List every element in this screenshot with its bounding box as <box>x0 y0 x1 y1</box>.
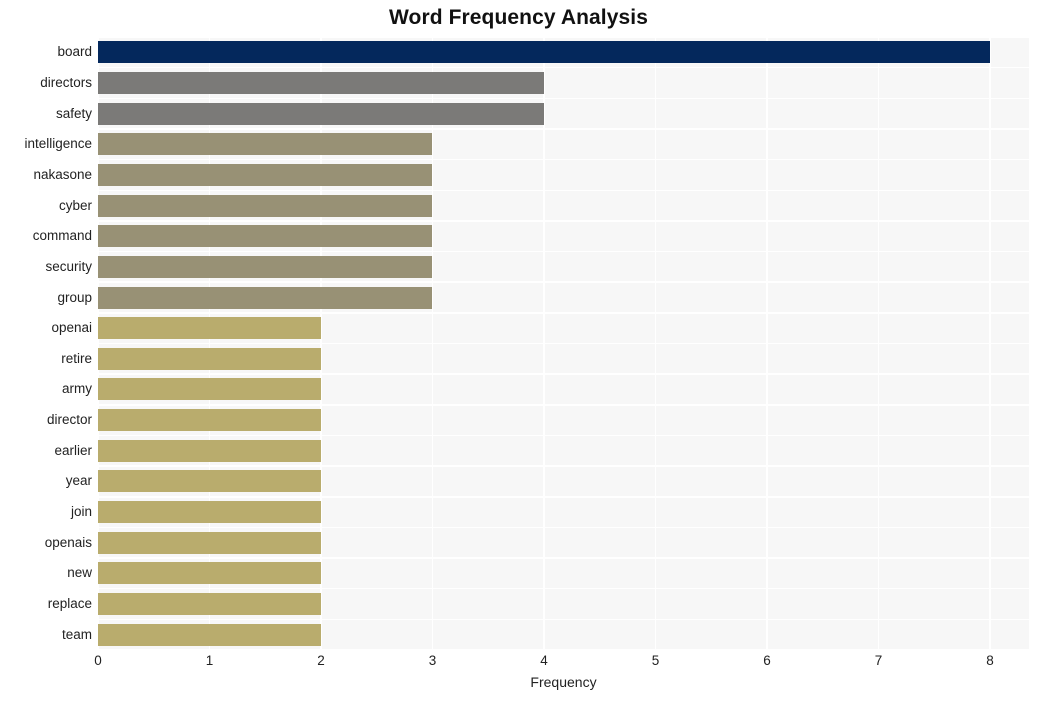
bar <box>98 378 321 401</box>
x-axis-tick-label: 3 <box>428 653 437 668</box>
y-axis-tick-label: directors <box>40 74 92 90</box>
chart-title: Word Frequency Analysis <box>388 6 649 29</box>
x-axis-tick-label: 2 <box>317 653 325 668</box>
y-axis-tick-label: openai <box>51 320 92 336</box>
y-axis-tick-label: command <box>32 228 92 244</box>
y-axis-tick-label: openais <box>44 534 92 550</box>
horizontal-gridline <box>98 557 1029 559</box>
bar <box>98 531 321 554</box>
bar <box>98 439 321 462</box>
y-axis-tick-label: join <box>70 504 92 520</box>
y-axis-tick-label: security <box>45 258 92 274</box>
horizontal-gridline <box>98 649 1029 650</box>
x-axis-tick-label: 4 <box>540 653 548 668</box>
y-axis-tick-label: safety <box>55 105 92 121</box>
horizontal-gridline <box>98 128 1029 130</box>
bar <box>98 409 321 432</box>
y-axis-tick-label: team <box>61 626 92 642</box>
y-axis-tick-label: cyber <box>58 197 92 213</box>
bar <box>98 286 433 309</box>
horizontal-gridline <box>98 97 1029 100</box>
x-axis-tick-label: 7 <box>874 653 883 668</box>
bar <box>98 562 321 585</box>
y-axis-tick-label: board <box>57 44 92 60</box>
horizontal-gridline <box>98 158 1029 161</box>
horizontal-gridline <box>98 434 1029 437</box>
y-axis-tick-label: year <box>65 473 92 489</box>
y-axis-tick-label: director <box>46 412 92 428</box>
y-axis-tick-label: nakasone <box>33 166 92 182</box>
bar <box>98 102 544 125</box>
horizontal-gridline <box>98 465 1029 467</box>
y-axis-tick-label: earlier <box>54 442 92 458</box>
horizontal-gridline <box>98 526 1029 529</box>
horizontal-gridline <box>98 220 1029 222</box>
horizontal-gridline <box>98 618 1029 621</box>
word-frequency-chart: Word Frequency Analysis board directors sa… <box>0 0 1037 701</box>
horizontal-gridline <box>98 587 1029 590</box>
x-axis-tick-label: 6 <box>763 653 771 668</box>
bar <box>98 470 321 493</box>
bar <box>98 41 990 64</box>
bar <box>98 71 544 94</box>
bar <box>98 501 321 524</box>
horizontal-gridline <box>98 312 1029 314</box>
x-axis-tick-label: 8 <box>986 653 994 668</box>
horizontal-gridline <box>98 189 1029 191</box>
x-axis-tick-label: 5 <box>651 653 660 668</box>
x-axis-title: Frequency <box>530 674 597 690</box>
horizontal-gridline <box>98 373 1029 375</box>
bar <box>98 593 321 616</box>
x-axis-tick-label: 1 <box>205 653 214 668</box>
horizontal-gridline <box>98 404 1029 406</box>
bar <box>98 317 321 340</box>
y-axis-tick-label: group <box>57 289 92 305</box>
horizontal-gridline <box>98 342 1029 345</box>
y-axis-tick-label: retire <box>61 350 92 366</box>
bar <box>98 163 433 186</box>
plot-area <box>98 37 1029 650</box>
bar <box>98 225 433 248</box>
horizontal-gridline <box>98 37 1029 38</box>
bar <box>98 347 321 370</box>
bar <box>98 133 433 156</box>
x-axis-tick-labels: 0 1 2 3 4 5 6 7 8 <box>0 652 1037 674</box>
bar <box>98 255 433 278</box>
y-axis-tick-label: army <box>62 381 92 397</box>
x-axis-tick-label: 0 <box>94 653 102 668</box>
bar <box>98 623 321 646</box>
horizontal-gridline <box>98 66 1029 69</box>
y-axis-tick-label: replace <box>47 596 92 612</box>
horizontal-gridline <box>98 496 1029 498</box>
y-axis-tick-label: new <box>67 565 92 581</box>
y-axis-tick-label: intelligence <box>24 136 92 152</box>
y-axis-tick-labels: board directors safety intelligence nakasone… <box>0 37 92 650</box>
horizontal-gridline <box>98 250 1029 253</box>
bar <box>98 194 433 217</box>
horizontal-gridline <box>98 281 1029 283</box>
